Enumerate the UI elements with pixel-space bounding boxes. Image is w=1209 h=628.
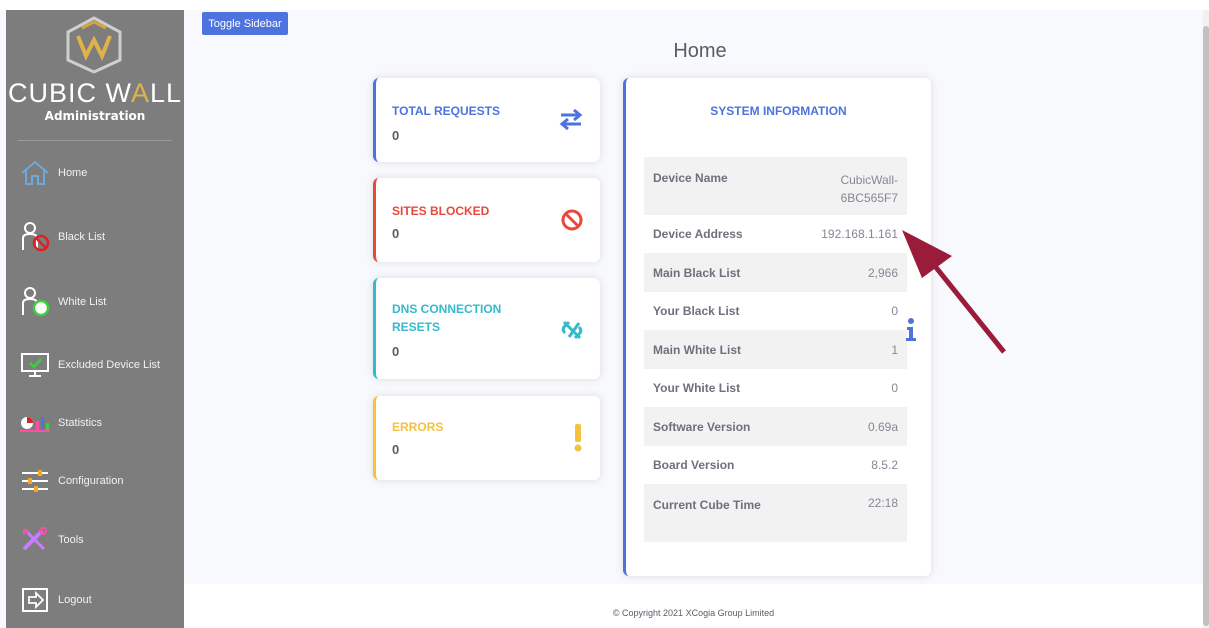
sidebar-item-configuration[interactable]: Configuration bbox=[6, 461, 184, 501]
window-top-strip bbox=[0, 0, 1209, 10]
card-title: TOTAL REQUESTS bbox=[392, 104, 501, 118]
row-key: Device Address bbox=[653, 227, 743, 241]
card-title: DNS CONNECTION RESETS bbox=[392, 302, 502, 334]
sidebar-item-label: Statistics bbox=[58, 417, 103, 429]
row-value: CubicWall-6BC565F7 bbox=[840, 173, 898, 205]
brand-name: CUBIC WALL bbox=[6, 78, 184, 109]
scrollbar-thumb[interactable] bbox=[1203, 26, 1209, 626]
brand-name-accent: A bbox=[130, 78, 150, 108]
row-value: 0 bbox=[891, 381, 898, 395]
row-value: 2,966 bbox=[867, 265, 898, 280]
table-row: Main White List 1 bbox=[644, 330, 907, 369]
black-list-icon bbox=[20, 222, 50, 252]
sidebar-brand[interactable]: CUBIC WALL Administration bbox=[6, 10, 184, 140]
sidebar-item-label: Logout bbox=[58, 594, 92, 606]
ban-icon bbox=[561, 209, 583, 231]
row-value: 1 bbox=[891, 342, 898, 357]
home-icon bbox=[20, 158, 50, 188]
white-list-icon bbox=[20, 287, 50, 317]
sliders-icon bbox=[20, 466, 50, 496]
exclamation-icon bbox=[574, 424, 582, 452]
logout-icon bbox=[20, 585, 50, 615]
table-row: Your White List 0 bbox=[644, 369, 907, 407]
card-value: 0 bbox=[392, 442, 400, 457]
sidebar-item-statistics[interactable]: Statistics bbox=[6, 403, 184, 443]
system-information-title: SYSTEM INFORMATION bbox=[710, 104, 847, 118]
sidebar-item-label: Configuration bbox=[58, 475, 124, 487]
row-value: 0.69a bbox=[867, 419, 898, 434]
brand-name-part: CUBIC W bbox=[7, 78, 131, 108]
table-row: Software Version 0.69a bbox=[644, 407, 907, 446]
row-key: Main Black List bbox=[653, 265, 741, 280]
copyright-text: © Copyright 2021 XCogia Group Limited bbox=[612, 608, 775, 618]
page-scrollbar[interactable] bbox=[1203, 10, 1209, 628]
sidebar-item-home[interactable]: Home bbox=[6, 153, 184, 193]
row-value: 8.5.2 bbox=[871, 458, 898, 472]
sidebar-item-label: Tools bbox=[58, 534, 84, 546]
row-key: Your Black List bbox=[653, 304, 740, 318]
arrows-exchange-icon bbox=[559, 108, 583, 130]
system-information-card: SYSTEM INFORMATION Device Name CubicWall… bbox=[623, 78, 931, 576]
broken-link-icon bbox=[561, 320, 583, 340]
sidebar-item-label: Excluded Device List bbox=[58, 359, 161, 371]
tools-icon bbox=[20, 525, 50, 555]
row-value: 22:18 bbox=[867, 496, 898, 510]
brand-name-part: LL bbox=[149, 78, 183, 108]
table-row: Current Cube Time 22:18 bbox=[644, 484, 907, 542]
row-key: Device Name bbox=[653, 171, 728, 185]
row-key: Software Version bbox=[653, 419, 751, 434]
monitor-check-icon bbox=[20, 350, 50, 380]
row-key: Your White List bbox=[653, 381, 741, 395]
row-value: 0 bbox=[891, 304, 898, 318]
sidebar-item-white-list[interactable]: White List bbox=[6, 282, 184, 322]
table-row: Device Name CubicWall-6BC565F7 bbox=[644, 157, 907, 215]
dns-connection-resets-card: DNS CONNECTION RESETS 0 bbox=[373, 278, 600, 379]
card-title: SITES BLOCKED bbox=[392, 204, 490, 218]
table-row: Your Black List 0 bbox=[644, 292, 907, 330]
sidebar-item-black-list[interactable]: Black List bbox=[6, 217, 184, 257]
brand-subtitle: Administration bbox=[44, 109, 146, 123]
table-row: Main Black List 2,966 bbox=[644, 253, 907, 292]
card-value: 0 bbox=[392, 128, 400, 143]
page-title: Home bbox=[673, 40, 727, 62]
system-information-table: Device Name CubicWall-6BC565F7 Device Ad… bbox=[644, 157, 907, 542]
table-row: Board Version 8.5.2 bbox=[644, 446, 907, 484]
cubic-wall-logo-icon bbox=[66, 16, 122, 74]
footer: © Copyright 2021 XCogia Group Limited bbox=[184, 584, 1203, 628]
card-title: ERRORS bbox=[392, 420, 444, 434]
row-key: Current Cube Time bbox=[653, 498, 761, 512]
sidebar-item-logout[interactable]: Logout bbox=[6, 580, 184, 620]
errors-card: ERRORS 0 bbox=[373, 396, 600, 480]
sidebar-item-label: Home bbox=[58, 167, 88, 179]
row-value: 192.168.1.161 bbox=[821, 227, 898, 241]
sidebar-item-label: White List bbox=[58, 296, 107, 308]
row-key: Main White List bbox=[653, 342, 741, 357]
table-row: Device Address 192.168.1.161 bbox=[644, 215, 907, 253]
statistics-icon bbox=[20, 408, 50, 438]
sites-blocked-card: SITES BLOCKED 0 bbox=[373, 178, 600, 262]
card-value: 0 bbox=[392, 226, 400, 241]
row-key: Board Version bbox=[653, 458, 735, 472]
toggle-sidebar-button[interactable]: Toggle Sidebar bbox=[202, 12, 288, 35]
card-value: 0 bbox=[392, 344, 400, 359]
annotation-arrow-icon bbox=[902, 230, 1006, 354]
sidebar-item-excluded-device-list[interactable]: Excluded Device List bbox=[6, 345, 184, 385]
sidebar-divider bbox=[18, 140, 172, 141]
sidebar-item-label: Black List bbox=[58, 231, 106, 243]
sidebar: CUBIC WALL Administration Home Black Lis… bbox=[6, 10, 184, 628]
sidebar-item-tools[interactable]: Tools bbox=[6, 520, 184, 560]
total-requests-card: TOTAL REQUESTS 0 bbox=[373, 78, 600, 162]
